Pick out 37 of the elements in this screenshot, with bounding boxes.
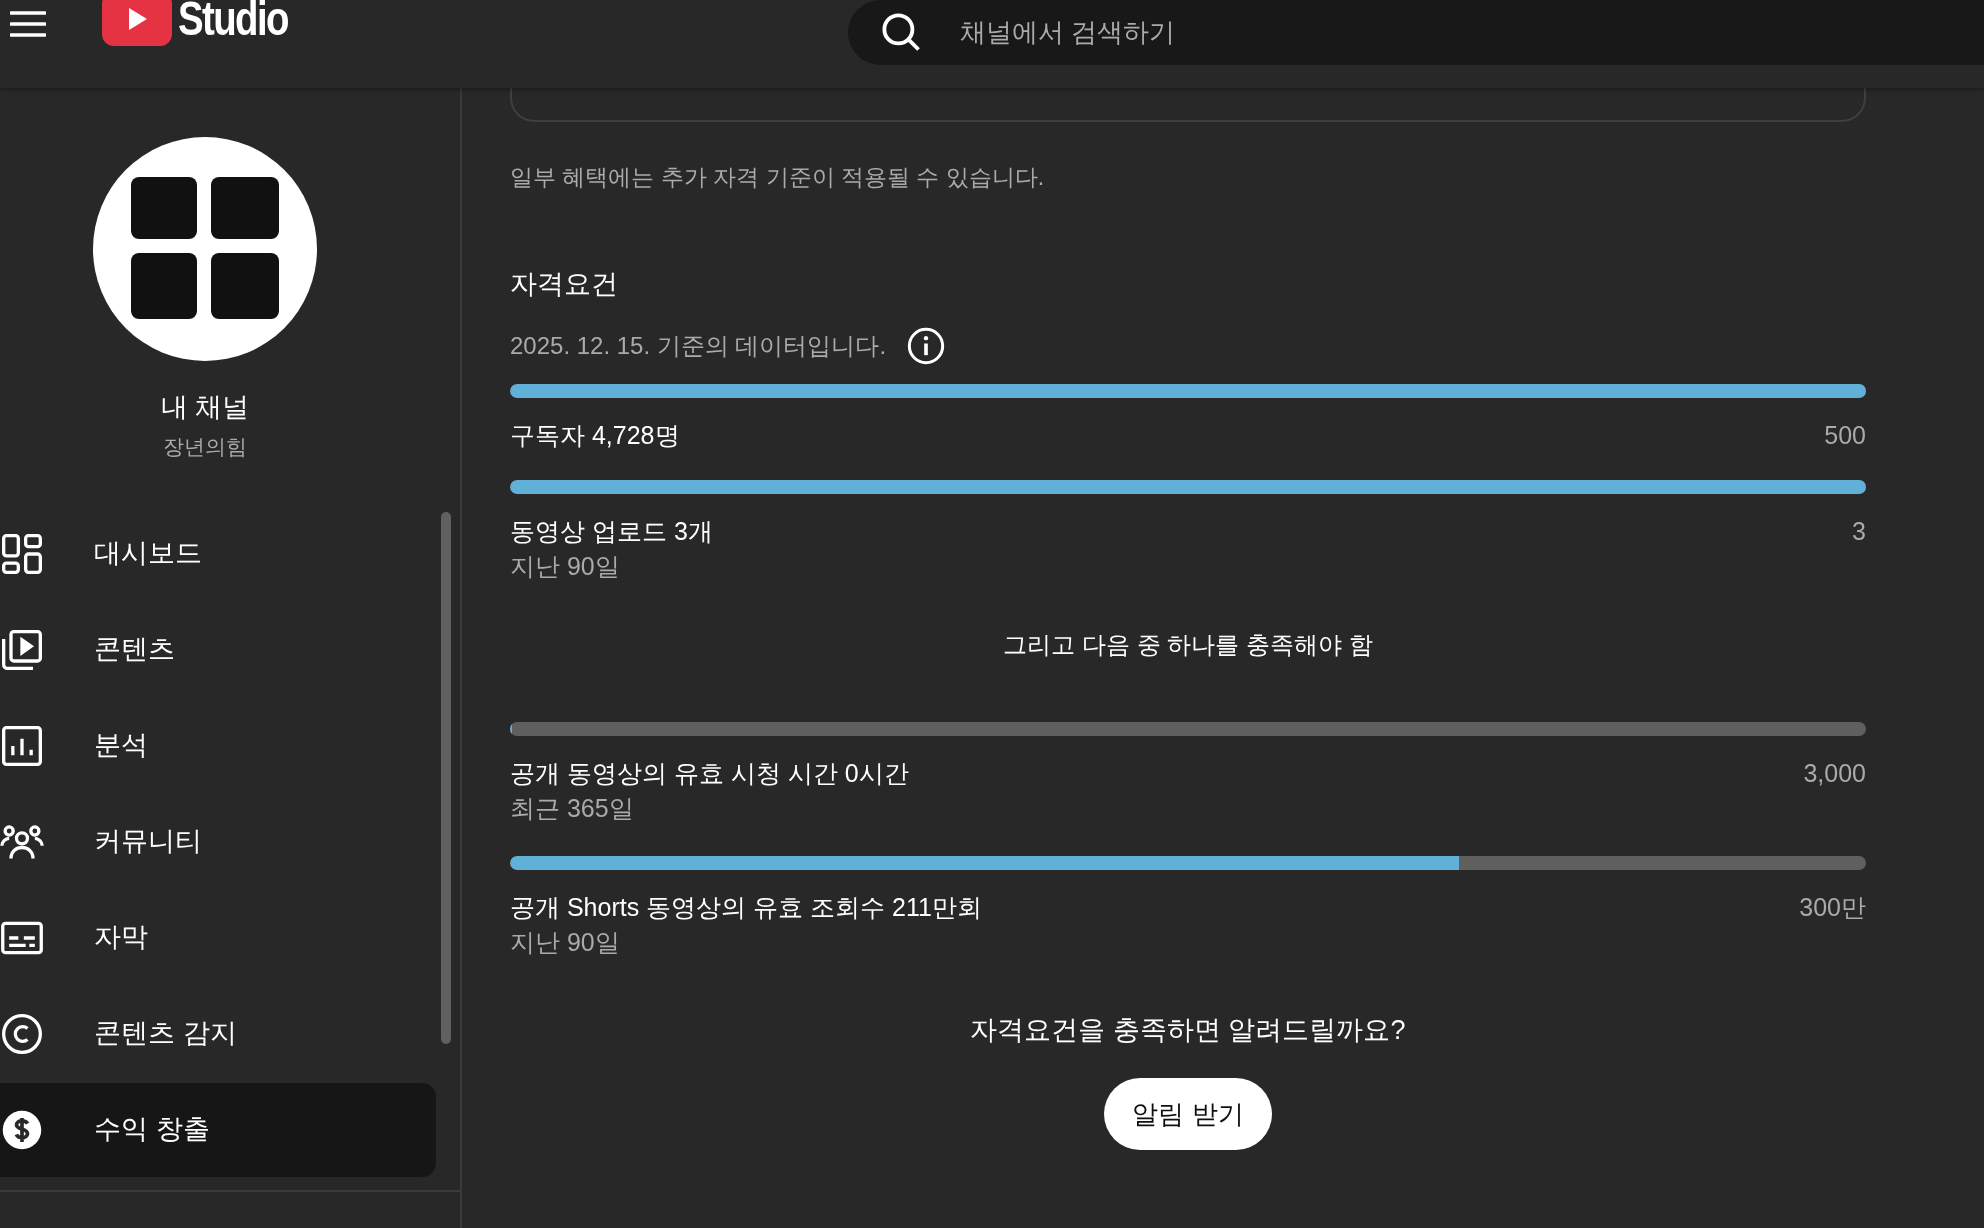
requirement-target: 500 bbox=[1824, 420, 1866, 451]
video-library-icon bbox=[0, 627, 44, 672]
eligibility-note: 일부 혜택에는 추가 자격 기준이 적용될 수 있습니다. bbox=[510, 163, 1046, 192]
sidebar-item[interactable]: 대시보드 bbox=[0, 506, 436, 601]
requirement-label: 구독자 4,728명 bbox=[510, 420, 680, 451]
condition-text: 그리고 다음 중 하나를 충족해야 함 bbox=[1003, 630, 1373, 660]
requirement-label: 공개 Shorts 동영상의 유효 조회수 211만회 bbox=[510, 892, 982, 923]
scrollbar[interactable] bbox=[441, 512, 451, 1044]
logo-text: Studio bbox=[178, 0, 288, 43]
info-icon[interactable] bbox=[906, 326, 947, 366]
menu-icon bbox=[10, 10, 46, 38]
channel-name: 장년의힘 bbox=[163, 434, 247, 460]
channel-title: 내 채널 bbox=[160, 391, 250, 424]
requirement-target: 3,000 bbox=[1803, 758, 1866, 789]
copyright-icon bbox=[0, 1011, 44, 1056]
sidebar-item[interactable]: 커뮤니티 bbox=[0, 794, 436, 889]
requirement-label: 공개 동영상의 유효 시청 시간 0시간 bbox=[510, 758, 909, 789]
sidebar-item[interactable]: 수익 창출 bbox=[0, 1082, 436, 1177]
sidebar-item[interactable]: 콘텐츠 bbox=[0, 602, 436, 697]
requirement-period: 지난 90일 bbox=[510, 927, 621, 958]
sidebar-item[interactable]: 콘텐츠 감지 bbox=[0, 986, 436, 1081]
notify-button[interactable]: 알림 받기 bbox=[1104, 1078, 1272, 1150]
search-field[interactable]: 채널에서 검색하기 bbox=[848, 0, 1984, 65]
requirement-target: 3 bbox=[1852, 516, 1866, 547]
data-date: 2025. 12. 15. 기준의 데이터입니다. bbox=[510, 331, 887, 361]
requirement-target: 300만 bbox=[1799, 892, 1866, 923]
requirement-label: 동영상 업로드 3개 bbox=[510, 516, 713, 547]
requirement-period: 지난 90일 bbox=[510, 551, 621, 582]
sidebar-item[interactable]: 분석 bbox=[0, 698, 436, 793]
sidebar-item[interactable]: 자막 bbox=[0, 890, 436, 985]
section-title: 자격요건 bbox=[510, 268, 619, 301]
dashboard-icon bbox=[0, 531, 44, 576]
bar-chart-icon bbox=[0, 723, 44, 768]
search-icon bbox=[880, 11, 922, 53]
play-logo-icon bbox=[102, 0, 172, 46]
notify-question: 자격요건을 충족하면 알려드릴까요? bbox=[970, 1014, 1406, 1047]
requirement-period: 최근 365일 bbox=[510, 793, 635, 824]
